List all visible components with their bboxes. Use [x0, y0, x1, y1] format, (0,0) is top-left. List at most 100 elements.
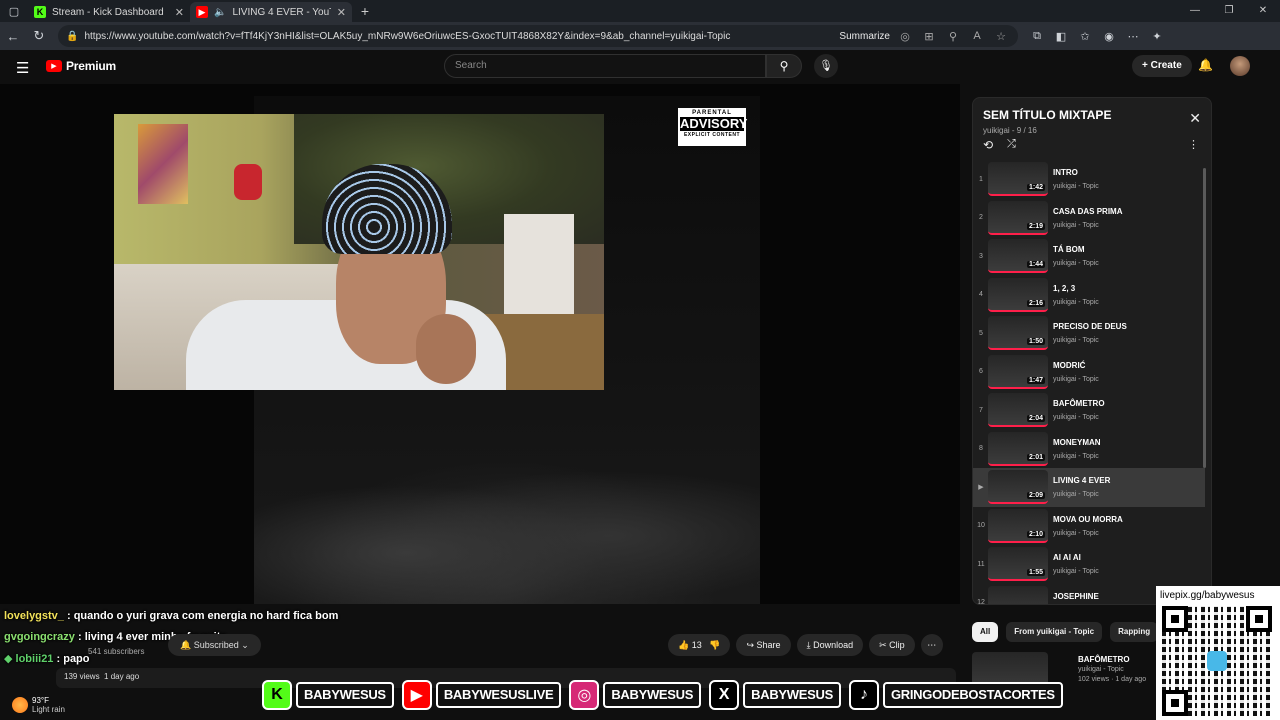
new-tab-button[interactable]: +: [352, 3, 378, 19]
window-controls: — ❐ ✕: [1178, 0, 1280, 22]
playlist-item[interactable]: ▶ 2:09 LIVING 4 EVER yuikigai - Topic: [973, 468, 1205, 507]
tab-kick-dashboard[interactable]: K Stream - Kick Dashboard ✕: [28, 2, 190, 22]
favorite-star-icon[interactable]: ☆: [992, 30, 1010, 43]
summarize-button[interactable]: Summarize: [839, 31, 890, 42]
close-icon[interactable]: ✕: [1189, 110, 1201, 127]
search-input[interactable]: Search: [444, 54, 766, 78]
download-label: Download: [813, 640, 854, 650]
share-button[interactable]: ↪ Share: [736, 634, 791, 656]
loop-icon[interactable]: ⟲: [983, 138, 993, 152]
playlist-thumbnail[interactable]: 1:42: [988, 162, 1048, 197]
close-window-icon[interactable]: ✕: [1246, 0, 1280, 22]
playlist-thumbnail[interactable]: 2:09: [988, 470, 1048, 505]
youtube-logo[interactable]: ▶ Premium: [46, 59, 116, 73]
recommended-channel: yuikigai - Topic: [1078, 666, 1124, 673]
playlist-more-icon[interactable]: ⋮: [1188, 138, 1199, 151]
playlist-title[interactable]: SEM TÍTULO MIXTAPE: [983, 108, 1111, 122]
more-menu-icon[interactable]: ⋯: [1124, 30, 1142, 43]
playlist-track-title[interactable]: CASA DAS PRIMA: [1053, 207, 1122, 216]
refresh-icon[interactable]: ↻: [26, 28, 52, 44]
zoom-icon[interactable]: ⚲: [944, 30, 962, 43]
playlist-track-title[interactable]: JOSEPHINE: [1053, 592, 1099, 601]
playlist-item[interactable]: 1 1:42 INTRO yuikigai - Topic: [973, 160, 1205, 199]
notifications-bell-icon[interactable]: 🔔: [1198, 58, 1213, 72]
close-icon[interactable]: ✕: [337, 6, 346, 19]
playlist-thumbnail[interactable]: [988, 585, 1048, 604]
playlist-item[interactable]: 8 2:01 MONEYMAN yuikigai - Topic: [973, 430, 1205, 469]
more-actions-button[interactable]: ⋯: [920, 634, 943, 656]
maximize-icon[interactable]: ❐: [1212, 0, 1246, 22]
avatar[interactable]: [1230, 56, 1250, 76]
playlist-item[interactable]: 2 2:19 CASA DAS PRIMA yuikigai - Topic: [973, 199, 1205, 238]
address-bar[interactable]: 🔒 https://www.youtube.com/watch?v=fTf4Kj…: [58, 25, 1018, 47]
playlist-track-title[interactable]: MODRIĆ: [1053, 361, 1099, 370]
playlist-thumbnail[interactable]: 1:55: [988, 547, 1048, 582]
speaker-icon[interactable]: 🔈: [214, 7, 226, 18]
video-player[interactable]: PARENTAL ADVISORY EXPLICIT CONTENT: [0, 84, 960, 604]
duration-badge: 1:47: [1026, 376, 1045, 384]
playlist-track-title[interactable]: INTRO: [1053, 168, 1099, 177]
playlist-track-title[interactable]: MOVA OU MORRA: [1053, 515, 1123, 524]
chip-rapping[interactable]: Rapping: [1110, 622, 1159, 642]
back-icon[interactable]: ←: [0, 29, 26, 44]
playlist-thumbnail[interactable]: 2:16: [988, 277, 1048, 312]
playlist-item[interactable]: 4 2:16 1, 2, 3 yuikigai - Topic: [973, 276, 1205, 315]
playlist-scrollbar[interactable]: [1203, 168, 1206, 468]
recommended-title[interactable]: BAFÔMETRO: [1078, 655, 1130, 664]
clip-button[interactable]: ✂ Clip: [869, 634, 915, 656]
playlist-item[interactable]: 11 1:55 AI AI AI yuikigai - Topic: [973, 545, 1205, 584]
playlist-index: 5: [979, 329, 983, 337]
search-button[interactable]: ⚲: [766, 54, 802, 78]
profile-icon[interactable]: ◉: [1100, 30, 1118, 43]
playlist-thumbnail[interactable]: 2:19: [988, 200, 1048, 235]
chip-all[interactable]: All: [972, 622, 999, 642]
playlist-track-title[interactable]: MONEYMAN: [1053, 438, 1101, 447]
playlist-track-title[interactable]: AI AI AI: [1053, 553, 1099, 562]
minimize-icon[interactable]: —: [1178, 0, 1212, 22]
playlist-thumbnail[interactable]: 1:44: [988, 239, 1048, 274]
taskbar-weather[interactable]: 93°F Light rain: [0, 690, 90, 720]
playlist-item[interactable]: 6 1:47 MODRIĆ yuikigai - Topic: [973, 353, 1205, 392]
voice-search-button[interactable]: 🎙: [814, 54, 838, 78]
playlist-track-title[interactable]: TÁ BOM: [1053, 245, 1099, 254]
lock-icon[interactable]: 🔒: [66, 31, 78, 42]
chip-from-channel[interactable]: From yuikigai - Topic: [1006, 622, 1103, 642]
playlist-track-title[interactable]: PRECISO DE DEUS: [1053, 322, 1127, 331]
tab-youtube[interactable]: ▶ 🔈 LIVING 4 EVER - YouTube ✕: [190, 2, 352, 22]
close-icon[interactable]: ✕: [175, 6, 184, 19]
playlist-thumbnail[interactable]: 2:04: [988, 393, 1048, 428]
playlist-thumbnail[interactable]: 2:01: [988, 431, 1048, 466]
playlist-item[interactable]: 3 1:44 TÁ BOM yuikigai - Topic: [973, 237, 1205, 276]
tab-actions-icon[interactable]: ▢: [0, 0, 28, 22]
apps-icon[interactable]: ⊞: [920, 30, 938, 43]
playlist-thumbnail[interactable]: 1:50: [988, 316, 1048, 351]
playlist-panel: SEM TÍTULO MIXTAPE yuikigai - 9 / 16 ✕ ⟲…: [972, 97, 1212, 605]
playlist-item[interactable]: 5 1:50 PRECISO DE DEUS yuikigai - Topic: [973, 314, 1205, 353]
copilot-sidebar-icon[interactable]: ✦: [1148, 30, 1166, 43]
hamburger-menu-icon[interactable]: ☰: [16, 59, 29, 77]
split-screen-icon[interactable]: ◧: [1052, 30, 1070, 43]
extensions-icon[interactable]: ⧉: [1028, 30, 1046, 43]
create-button[interactable]: + Create: [1132, 55, 1192, 77]
playlist-track-title[interactable]: 1, 2, 3: [1053, 284, 1099, 293]
playlist-item[interactable]: 10 2:10 MOVA OU MORRA yuikigai - Topic: [973, 507, 1205, 546]
favorites-icon[interactable]: ✩: [1076, 30, 1094, 43]
copilot-icon[interactable]: ◎: [896, 30, 914, 43]
url-text[interactable]: https://www.youtube.com/watch?v=fTf4KjY3…: [84, 31, 833, 42]
download-button[interactable]: ⤓ Download: [796, 634, 864, 656]
duration-badge: 2:04: [1026, 415, 1045, 423]
thumbs-down-icon[interactable]: 👎: [704, 640, 720, 650]
playlist-thumbnail[interactable]: 2:10: [988, 508, 1048, 543]
playlist-track-title[interactable]: LIVING 4 EVER: [1053, 476, 1110, 485]
duration-badge: 1:50: [1026, 338, 1045, 346]
webcam-overlay: [114, 114, 604, 390]
playlist-thumbnail[interactable]: 1:47: [988, 354, 1048, 389]
logo-text: Premium: [66, 59, 116, 73]
read-aloud-icon[interactable]: A: [968, 30, 986, 42]
subscribed-button[interactable]: 🔔 Subscribed ⌄: [168, 634, 261, 656]
tiktok-icon: ♪: [848, 680, 879, 710]
playlist-track-title[interactable]: BAFÔMETRO: [1053, 399, 1105, 408]
playlist-item[interactable]: 7 2:04 BAFÔMETRO yuikigai - Topic: [973, 391, 1205, 430]
shuffle-icon[interactable]: ⤮: [1007, 138, 1016, 151]
like-button[interactable]: 👍 13 👎: [668, 634, 731, 656]
